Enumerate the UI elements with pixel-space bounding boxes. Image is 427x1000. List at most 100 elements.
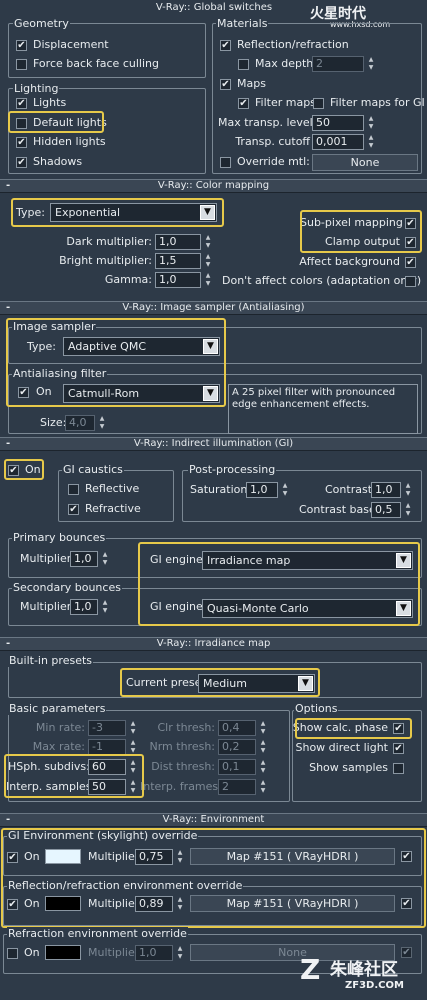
- aa-on-checkbox[interactable]: ✔: [18, 387, 29, 398]
- image-sampler-header[interactable]: - V-Ray:: Image sampler (Antialiasing): [0, 301, 427, 315]
- max-rate-arrows[interactable]: ▲ ▼: [128, 739, 138, 755]
- gi-override-multiplier-arrows[interactable]: ▲ ▼: [175, 849, 185, 865]
- collapse-icon[interactable]: -: [6, 638, 10, 650]
- max-depth-spinner-arrows[interactable]: ▲ ▼: [366, 56, 376, 72]
- gi-override-on-checkbox[interactable]: ✔: [7, 852, 18, 863]
- gi-override-map-checkbox[interactable]: ✔: [401, 851, 412, 862]
- secondary-multiplier-arrows[interactable]: ▲ ▼: [100, 599, 110, 615]
- hsph-subdivs-input[interactable]: 60: [88, 759, 126, 775]
- interp-frames-arrows[interactable]: ▲ ▼: [258, 779, 268, 795]
- irradiance-header[interactable]: - V-Ray:: Irradiance map: [0, 637, 427, 651]
- saturation-arrows[interactable]: ▲ ▼: [280, 482, 290, 498]
- nrm-thresh-input[interactable]: 0,2: [218, 739, 256, 755]
- global-switches-header[interactable]: V-Ray:: Global switches: [64, 2, 364, 16]
- gi-override-map-button[interactable]: Map #151 ( VRayHDRI ): [190, 848, 395, 865]
- reflective-checkbox[interactable]: [68, 484, 79, 495]
- collapse-icon[interactable]: -: [6, 180, 10, 192]
- contrast-arrows[interactable]: ▲ ▼: [403, 482, 413, 498]
- nrm-thresh-arrows[interactable]: ▲ ▼: [258, 739, 268, 755]
- contrast-base-arrows[interactable]: ▲ ▼: [403, 502, 413, 518]
- gi-header[interactable]: - V-Ray:: Indirect illumination (GI): [0, 437, 427, 451]
- gi-override-multiplier-input[interactable]: 0,75: [135, 849, 173, 865]
- refr-override-map-checkbox[interactable]: ✔: [401, 947, 412, 958]
- gamma-input[interactable]: 1,0: [155, 272, 201, 288]
- secondary-multiplier-input[interactable]: 1,0: [70, 599, 98, 615]
- collapse-icon[interactable]: -: [6, 438, 10, 450]
- refl-override-map-checkbox[interactable]: ✔: [401, 898, 412, 909]
- gi-override-color-swatch[interactable]: [45, 849, 81, 864]
- environment-header[interactable]: - V-Ray:: Environment: [0, 813, 427, 827]
- interp-frames-input[interactable]: 2: [218, 779, 256, 795]
- dark-multiplier-arrows[interactable]: ▲ ▼: [203, 234, 213, 250]
- transp-cutoff-input[interactable]: 0,001: [312, 134, 364, 150]
- refr-override-color-swatch[interactable]: [45, 945, 81, 960]
- hsph-subdivs-arrows[interactable]: ▲ ▼: [128, 759, 138, 775]
- chevron-down-icon[interactable]: ▼: [203, 339, 218, 354]
- aa-filter-dropdown[interactable]: Catmull-Rom ▼: [63, 384, 220, 403]
- override-mtl-button[interactable]: None: [312, 154, 418, 171]
- default-lights-checkbox[interactable]: [16, 118, 27, 129]
- refl-override-map-button[interactable]: Map #151 ( VRayHDRI ): [190, 895, 395, 912]
- sub-pixel-checkbox[interactable]: ✔: [405, 218, 416, 229]
- refractive-checkbox[interactable]: ✔: [68, 504, 79, 515]
- maps-checkbox[interactable]: ✔: [220, 79, 231, 90]
- transp-cutoff-spinner-arrows[interactable]: ▲ ▼: [366, 134, 376, 150]
- gamma-arrows[interactable]: ▲ ▼: [203, 272, 213, 288]
- chevron-down-icon[interactable]: ▼: [396, 601, 411, 616]
- is-type-dropdown[interactable]: Adaptive QMC ▼: [63, 337, 220, 356]
- reflection-refraction-checkbox[interactable]: ✔: [220, 40, 231, 51]
- gi-on-checkbox[interactable]: ✔: [8, 465, 19, 476]
- filter-maps-checkbox[interactable]: ✔: [238, 98, 249, 109]
- filter-maps-gi-checkbox[interactable]: [313, 98, 324, 109]
- max-rate-input[interactable]: -1: [88, 739, 126, 755]
- shadows-checkbox[interactable]: ✔: [16, 157, 27, 168]
- clr-thresh-input[interactable]: 0,4: [218, 720, 256, 736]
- show-direct-checkbox[interactable]: ✔: [393, 743, 404, 754]
- max-transp-levels-input[interactable]: 50: [312, 115, 364, 131]
- chevron-down-icon[interactable]: ▼: [203, 386, 218, 401]
- interp-samples-arrows[interactable]: ▲ ▼: [128, 779, 138, 795]
- primary-gi-engine-dropdown[interactable]: Irradiance map ▼: [202, 551, 413, 570]
- primary-multiplier-input[interactable]: 1,0: [70, 551, 98, 567]
- affect-background-checkbox[interactable]: ✔: [405, 257, 416, 268]
- chevron-down-icon[interactable]: ▼: [396, 553, 411, 568]
- bright-multiplier-input[interactable]: 1,5: [155, 253, 201, 269]
- dist-thresh-input[interactable]: 0,1: [218, 759, 256, 775]
- current-preset-dropdown[interactable]: Medium ▼: [198, 674, 315, 693]
- saturation-input[interactable]: 1,0: [246, 482, 278, 498]
- min-rate-input[interactable]: -3: [88, 720, 126, 736]
- size-arrows[interactable]: ▲ ▼: [97, 415, 107, 431]
- clamp-output-checkbox[interactable]: ✔: [405, 237, 416, 248]
- bright-multiplier-arrows[interactable]: ▲ ▼: [203, 253, 213, 269]
- refl-override-multiplier-arrows[interactable]: ▲ ▼: [175, 896, 185, 912]
- refr-override-on-checkbox[interactable]: [7, 948, 18, 959]
- refl-override-multiplier-input[interactable]: 0,89: [135, 896, 173, 912]
- secondary-gi-engine-dropdown[interactable]: Quasi-Monte Carlo ▼: [202, 599, 413, 618]
- size-input[interactable]: 4,0: [65, 415, 95, 431]
- max-transp-spinner-arrows[interactable]: ▲ ▼: [366, 115, 376, 131]
- contrast-input[interactable]: 1,0: [371, 482, 401, 498]
- hidden-lights-checkbox[interactable]: ✔: [16, 137, 27, 148]
- primary-multiplier-arrows[interactable]: ▲ ▼: [100, 551, 110, 567]
- collapse-icon[interactable]: -: [6, 302, 10, 314]
- refl-override-color-swatch[interactable]: [45, 896, 81, 911]
- refr-override-multiplier-input[interactable]: 1,0: [135, 945, 173, 961]
- refr-override-multiplier-arrows[interactable]: ▲ ▼: [175, 945, 185, 961]
- refl-override-on-checkbox[interactable]: ✔: [7, 899, 18, 910]
- contrast-base-input[interactable]: 0,5: [371, 502, 401, 518]
- min-rate-arrows[interactable]: ▲ ▼: [128, 720, 138, 736]
- displacement-checkbox[interactable]: ✔: [16, 40, 27, 51]
- interp-samples-input[interactable]: 50: [88, 779, 126, 795]
- dark-multiplier-input[interactable]: 1,0: [155, 234, 201, 250]
- show-samples-checkbox[interactable]: [393, 763, 404, 774]
- dist-thresh-arrows[interactable]: ▲ ▼: [258, 759, 268, 775]
- max-depth-input[interactable]: 2: [312, 56, 364, 72]
- override-mtl-checkbox[interactable]: [220, 157, 231, 168]
- cm-type-dropdown[interactable]: Exponential ▼: [50, 203, 217, 222]
- chevron-down-icon[interactable]: ▼: [298, 676, 313, 691]
- clr-thresh-arrows[interactable]: ▲ ▼: [258, 720, 268, 736]
- chevron-down-icon[interactable]: ▼: [200, 205, 215, 220]
- dont-affect-checkbox[interactable]: [405, 276, 416, 287]
- collapse-icon[interactable]: -: [6, 814, 10, 826]
- lights-checkbox[interactable]: ✔: [16, 98, 27, 109]
